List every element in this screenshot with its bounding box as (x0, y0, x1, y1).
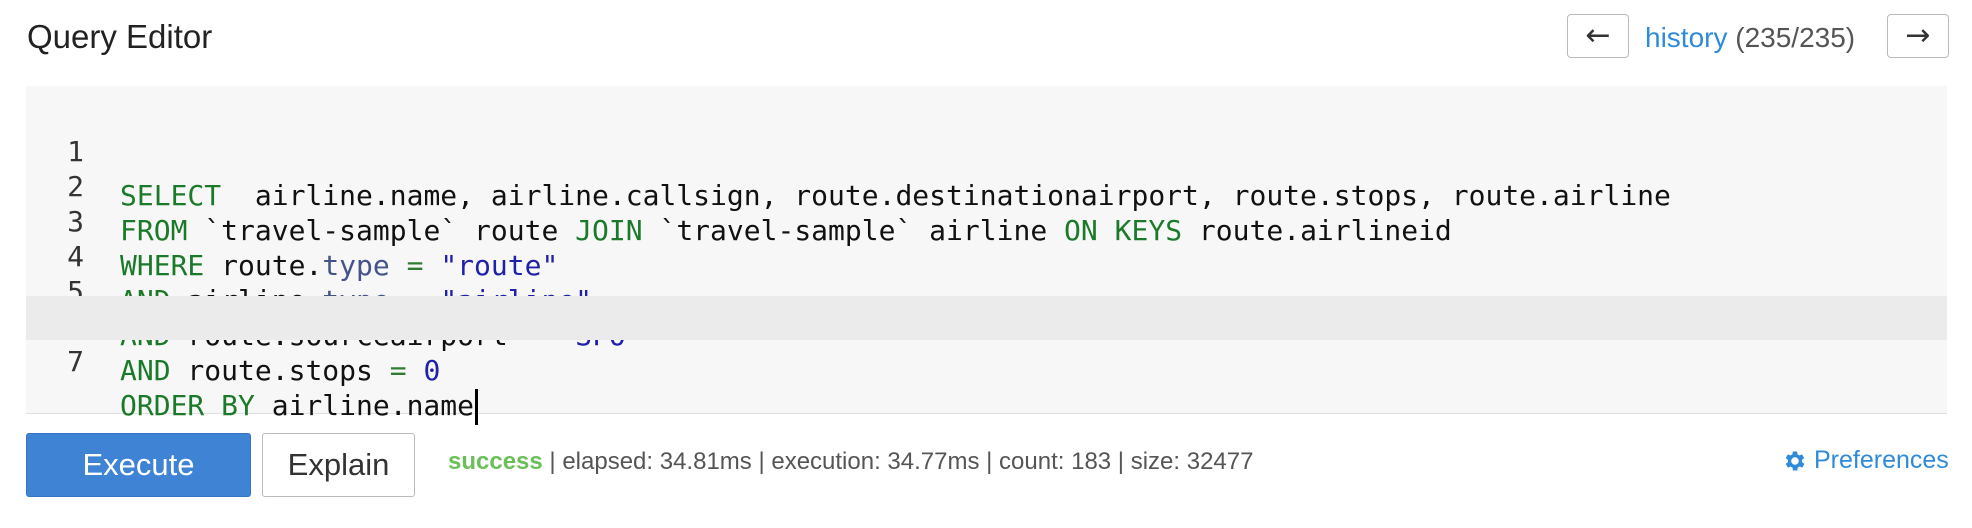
query-editor[interactable]: 1 SELECT airline.name, airline.callsign,… (26, 86, 1947, 425)
line-number: 7 (67, 345, 84, 378)
arrow-left-icon: ← (1585, 18, 1611, 53)
gear-icon (1782, 448, 1808, 474)
history-indicator: history (235/235) (1645, 22, 1855, 54)
history-prev-button[interactable]: ← (1567, 14, 1629, 58)
arrow-right-icon: → (1905, 18, 1931, 53)
history-count: (235/235) (1735, 22, 1856, 53)
history-next-button[interactable]: → (1887, 14, 1949, 58)
preferences-link[interactable]: Preferences (1782, 446, 1949, 475)
page-title: Query Editor (27, 18, 213, 55)
status-result: success (448, 448, 543, 475)
status-details: | elapsed: 34.81ms | execution: 34.77ms … (542, 448, 1254, 475)
explain-button[interactable]: Explain (262, 433, 415, 497)
code-text: ORDER BY airline.name (120, 384, 479, 428)
preferences-label: Preferences (1814, 446, 1949, 474)
text-cursor (475, 389, 479, 425)
history-link[interactable]: history (1645, 22, 1727, 53)
execute-button[interactable]: Execute (26, 433, 251, 497)
code-line-active: 7 ORDER BY airline.name (26, 296, 1947, 425)
query-status: success | elapsed: 34.81ms | execution: … (448, 448, 1253, 476)
